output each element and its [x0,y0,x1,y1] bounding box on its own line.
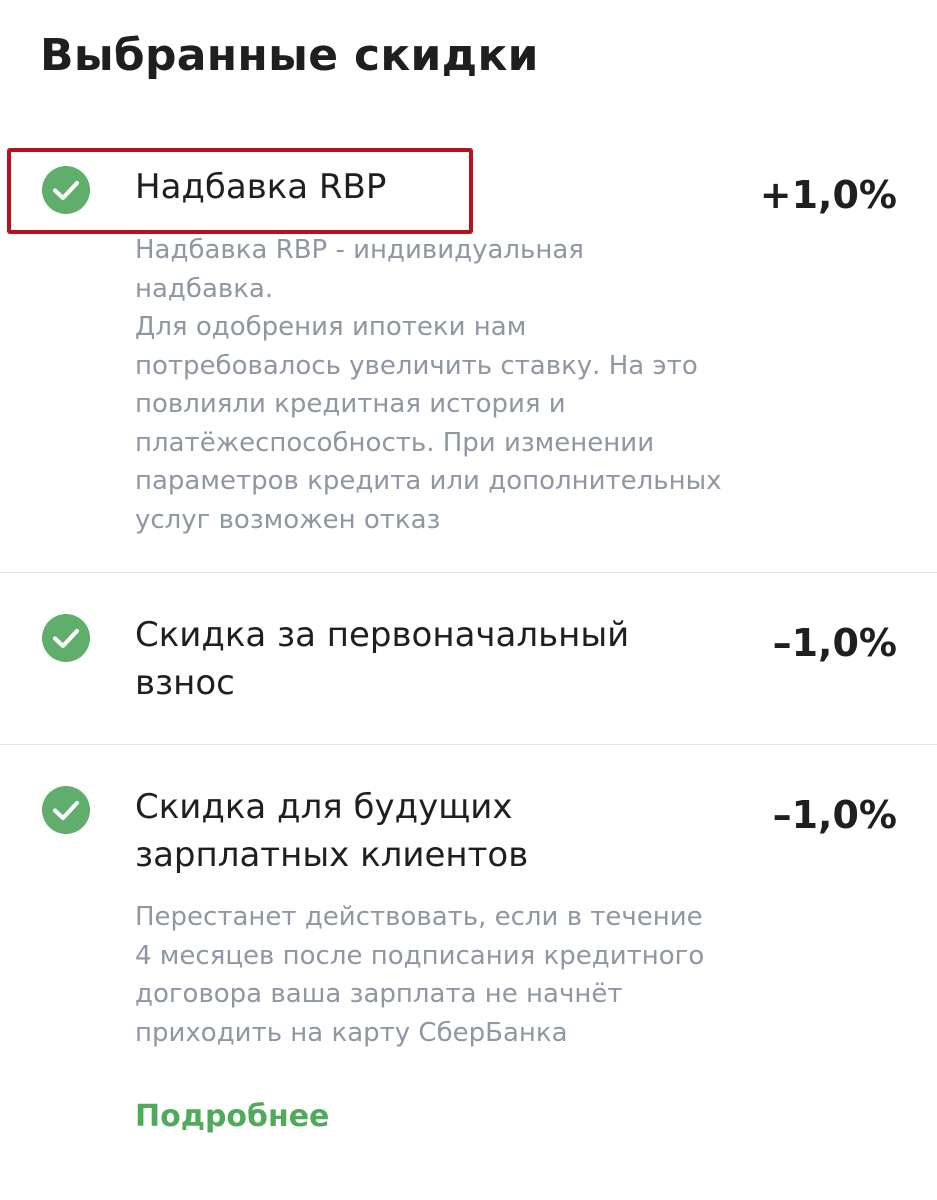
check-circle-icon [42,786,90,834]
discount-description: Перестанет действовать, если в течение 4… [135,902,705,1048]
discount-value: +1,0% [759,173,897,217]
divider [0,744,937,745]
check-circle-icon [42,614,90,662]
highlight-frame [7,148,473,234]
discount-description: Надбавка RBP - индивидуальная надбавка. … [135,235,722,535]
discount-title: Скидка для будущих зарплатных клиентов [135,787,529,875]
discount-value: –1,0% [772,621,897,665]
more-details-link[interactable]: Подробнее [135,1095,329,1139]
discount-value: –1,0% [772,793,897,837]
divider [0,572,937,573]
page-title: Выбранные скидки [40,30,539,81]
discount-title: Скидка за первоначальный взнос [135,615,630,703]
